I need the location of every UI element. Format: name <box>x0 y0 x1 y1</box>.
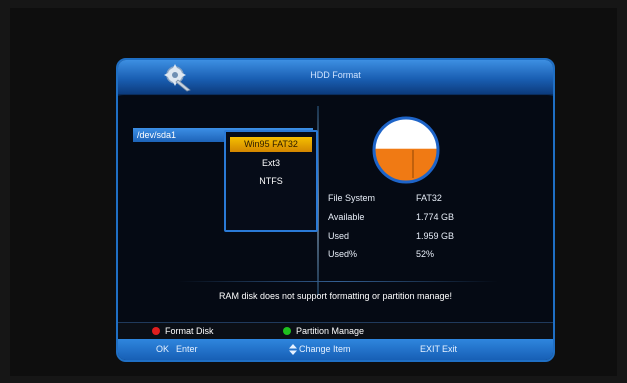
usage-chart <box>372 116 440 184</box>
fs-option-fat32[interactable]: Win95 FAT32 <box>230 137 312 152</box>
color-key-bar: Format Disk Partition Manage <box>118 322 553 339</box>
separator-line <box>178 281 498 282</box>
file-system-label: File System <box>328 193 376 203</box>
usage-used-area <box>374 148 438 182</box>
file-system-dropdown[interactable]: Win95 FAT32 Ext3 NTFS <box>224 130 318 232</box>
used-label: Used <box>328 231 350 241</box>
key-hint-bar: OK Enter Change Item EXIT Exit <box>118 339 553 360</box>
exit-key-label: EXIT <box>420 344 441 354</box>
hdd-format-dialog: HDD Format /dev/sda1 Win95 FAT32 Ext3 NT… <box>116 58 555 362</box>
used-percent-label: Used% <box>328 249 358 259</box>
tv-screen: HDD Format /dev/sda1 Win95 FAT32 Ext3 NT… <box>10 8 617 376</box>
exit-button[interactable]: Exit <box>442 344 457 354</box>
used-percent-value: 52% <box>416 249 435 259</box>
enter-button[interactable]: Enter <box>176 344 198 354</box>
notice-message: RAM disk does not support formatting or … <box>218 291 453 301</box>
fs-option-ext3[interactable]: Ext3 <box>230 156 312 171</box>
file-system-value: FAT32 <box>416 193 442 203</box>
change-item-button[interactable]: Change Item <box>299 344 351 354</box>
available-value: 1.774 GB <box>416 212 455 222</box>
ok-key-label: OK <box>156 344 170 354</box>
used-value: 1.959 GB <box>416 231 455 241</box>
up-down-arrow-icon <box>289 344 297 355</box>
title-bar: HDD Format <box>118 60 553 95</box>
format-disk-button[interactable]: Format Disk <box>165 326 214 336</box>
fs-option-ntfs[interactable]: NTFS <box>230 174 312 189</box>
green-key-icon <box>283 327 291 335</box>
dialog-title: HDD Format <box>310 70 361 80</box>
partition-manage-button[interactable]: Partition Manage <box>296 326 364 336</box>
red-key-icon <box>152 327 160 335</box>
available-label: Available <box>328 212 365 222</box>
